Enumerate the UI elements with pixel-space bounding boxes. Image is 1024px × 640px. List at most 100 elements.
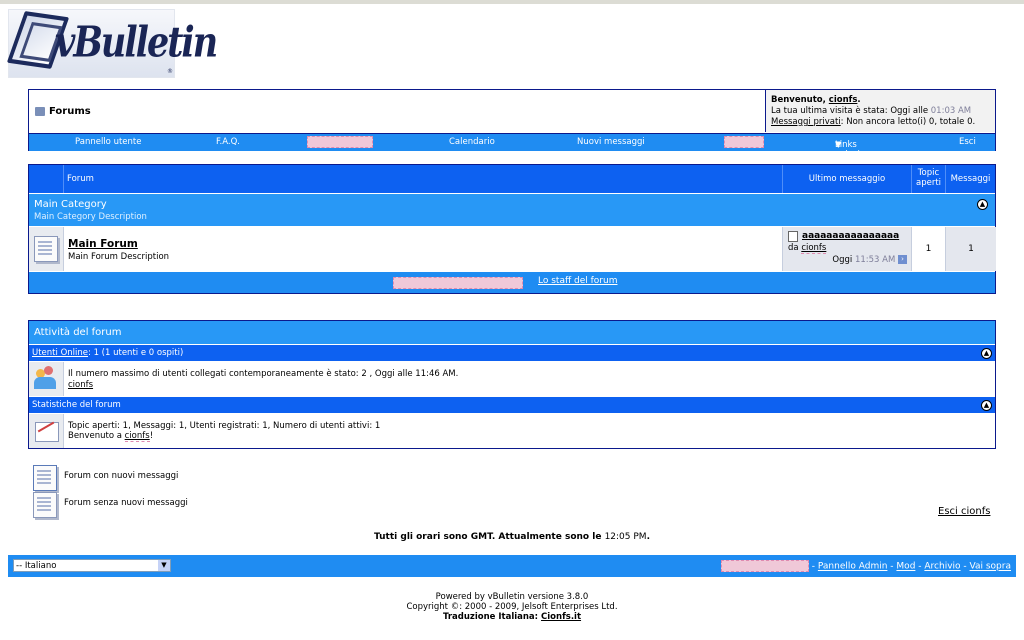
private-messages-link[interactable]: Messaggi privati: [771, 117, 841, 127]
activity-header: Attività del forum: [29, 321, 995, 344]
mod-link[interactable]: Mod: [896, 562, 915, 572]
category-row: Main Category Main Category Description …: [29, 194, 995, 226]
forum-home-icon[interactable]: [35, 106, 45, 116]
stats-bar: Statistiche del forum ▲: [29, 397, 995, 413]
forum-row: Main Forum Main Forum Description aaaaaa…: [29, 227, 996, 271]
nav-redacted-1[interactable]: [307, 136, 373, 151]
language-select-value: -- Italiano: [16, 561, 57, 571]
logout-link[interactable]: Esci cionfs: [938, 506, 990, 517]
post-icon: [788, 231, 798, 242]
category-name[interactable]: Main Category: [34, 199, 107, 210]
online-users-body: Il numero massimo di utenti collegati co…: [29, 362, 995, 396]
stats-body: Topic aperti: 1, Messaggi: 1, Utenti reg…: [29, 414, 995, 448]
chevron-down-icon[interactable]: ▼: [158, 560, 170, 571]
last-post-date: Oggi: [832, 255, 853, 265]
current-time: 12:05 PM: [604, 532, 647, 542]
legend-no-new-posts-label: Forum senza nuovi messaggi: [64, 498, 188, 508]
forum-description: Main Forum Description: [68, 252, 170, 262]
language-select[interactable]: -- Italiano ▼: [13, 559, 171, 572]
col-topics: Topic aperti: [911, 165, 945, 193]
online-users-icon-cell: [29, 362, 64, 396]
nav-user-cp[interactable]: Pannello utente: [75, 137, 141, 147]
col-topics-line2: aperti: [915, 178, 942, 188]
nav-faq[interactable]: F.A.Q.: [216, 137, 240, 147]
nav-new-posts[interactable]: Nuovi messaggi: [577, 137, 645, 147]
page-title-text[interactable]: Forums: [49, 106, 91, 117]
welcome-member-prefix: Benvenuto a: [68, 431, 125, 441]
forum-new-posts-icon: [33, 465, 57, 491]
redacted-link[interactable]: [393, 277, 523, 289]
welcome-prefix: Benvenuto,: [771, 95, 829, 105]
last-post-by-prefix: da: [788, 243, 802, 253]
time-notice-suffix: .: [646, 532, 650, 542]
footer-redacted-link[interactable]: [720, 560, 809, 572]
staff-link[interactable]: Lo staff del forum: [538, 276, 617, 286]
footer-bar: -- Italiano ▼ - Pannello Admin - Mod - Ar…: [8, 555, 1016, 577]
nav-logout[interactable]: Esci: [959, 137, 976, 147]
col-topics-line1: Topic: [917, 168, 940, 178]
online-user-link[interactable]: cionfs: [68, 380, 93, 390]
back-to-top-link[interactable]: Vai sopra: [970, 562, 1011, 572]
translation-link[interactable]: Cionfs.it: [541, 612, 581, 622]
online-collapse-icon[interactable]: ▲: [981, 348, 992, 359]
col-posts: Messaggi: [945, 165, 995, 193]
stats-collapse-icon[interactable]: ▲: [981, 400, 992, 411]
col-forum: Forum: [63, 165, 782, 193]
nav-calendar[interactable]: Calendario: [449, 137, 495, 147]
legend-new-posts-label: Forum con nuovi messaggi: [64, 471, 179, 481]
category-description: Main Category Description: [34, 212, 147, 222]
archive-link[interactable]: Archivio: [924, 562, 960, 572]
forum-table: Forum Ultimo messaggio Topic aperti Messa…: [28, 164, 996, 294]
stats-title: Statistiche del forum: [32, 400, 121, 410]
time-notice: Tutti gli orari sono GMT. Attualmente so…: [0, 532, 1024, 542]
forum-table-footer: Lo staff del forum: [29, 272, 995, 293]
users-icon-2: [44, 366, 53, 375]
forum-status-cell: [29, 227, 64, 271]
last-post-time: 11:53 AM: [854, 255, 896, 265]
stats-text: Topic aperti: 1, Messaggi: 1, Utenti reg…: [68, 421, 381, 431]
time-notice-prefix: Tutti gli orari sono GMT. Attualmente so…: [374, 532, 605, 542]
online-users-link[interactable]: Utenti Online: [32, 348, 88, 358]
last-post-datetime: Oggi 11:53 AM ›: [832, 255, 907, 265]
admin-cp-link[interactable]: Pannello Admin: [818, 562, 888, 572]
col-last-post: Ultimo messaggio: [782, 165, 911, 193]
max-users-text: Il numero massimo di utenti collegati co…: [68, 369, 459, 379]
quick-links-arrow-icon: ▼: [835, 140, 842, 150]
forum-no-new-icon: [34, 236, 58, 262]
header-box: Forums Benvenuto, cionfs. La tua ultima …: [28, 89, 996, 160]
copyright: Copyright ©: 2000 - 2009, Jelsoft Enterp…: [406, 602, 618, 612]
online-users-count: : 1 (1 utenti e 0 ospiti): [88, 348, 184, 358]
forum-name-link[interactable]: Main Forum: [68, 238, 138, 250]
forum-no-new-posts-icon: [33, 492, 57, 518]
last-post-author[interactable]: cionfs: [801, 243, 827, 254]
forum-posts-count: 1: [945, 227, 996, 271]
welcome-username-link[interactable]: cionfs: [829, 95, 858, 105]
welcome-member-suffix: !: [149, 431, 154, 441]
forum-topics-count: 1: [911, 227, 945, 271]
stats-icon-cell: [29, 414, 64, 448]
translation-prefix: Traduzione Italiana:: [442, 612, 542, 622]
last-visit-label: La tua ultima visita è stata: Oggi alle: [771, 106, 931, 116]
last-post-author-line: da cionfs: [788, 243, 827, 254]
logo-word: vBulletin: [55, 17, 218, 68]
newest-member-link[interactable]: cionfs: [124, 431, 150, 442]
welcome-panel: Benvenuto, cionfs. La tua ultima visita …: [765, 90, 995, 132]
vbulletin-logo[interactable]: vBulletin ®: [6, 9, 218, 78]
last-visit-time: 01:03 AM: [930, 106, 972, 116]
navbar: Pannello utente F.A.Q. Calendario Nuovi …: [29, 133, 995, 160]
users-icon-body: [34, 377, 56, 389]
page-title: Forums: [35, 106, 91, 117]
welcome-newest-member: Benvenuto a cionfs!: [68, 431, 154, 442]
collapse-icon[interactable]: ▲: [977, 199, 988, 210]
online-users-label: Utenti Online: 1 (1 utenti e 0 ospiti): [32, 348, 183, 358]
nav-redacted-2[interactable]: [724, 136, 764, 151]
goto-last-post-icon[interactable]: ›: [898, 255, 907, 264]
window-top-border: [0, 0, 1024, 4]
footer-links: - Pannello Admin - Mod - Archivio - Vai …: [720, 560, 1011, 572]
online-users-bar: Utenti Online: 1 (1 utenti e 0 ospiti) ▲: [29, 345, 995, 361]
last-post-cell: aaaaaaaaaaaaaaaa da cionfs Oggi 11:53 AM…: [782, 227, 912, 271]
welcome-suffix: .: [857, 95, 861, 105]
forum-activity-box: Attività del forum Utenti Online: 1 (1 u…: [28, 320, 996, 449]
forum-table-header: Forum Ultimo messaggio Topic aperti Messa…: [29, 165, 995, 193]
last-post-title[interactable]: aaaaaaaaaaaaaaaa: [802, 231, 899, 241]
